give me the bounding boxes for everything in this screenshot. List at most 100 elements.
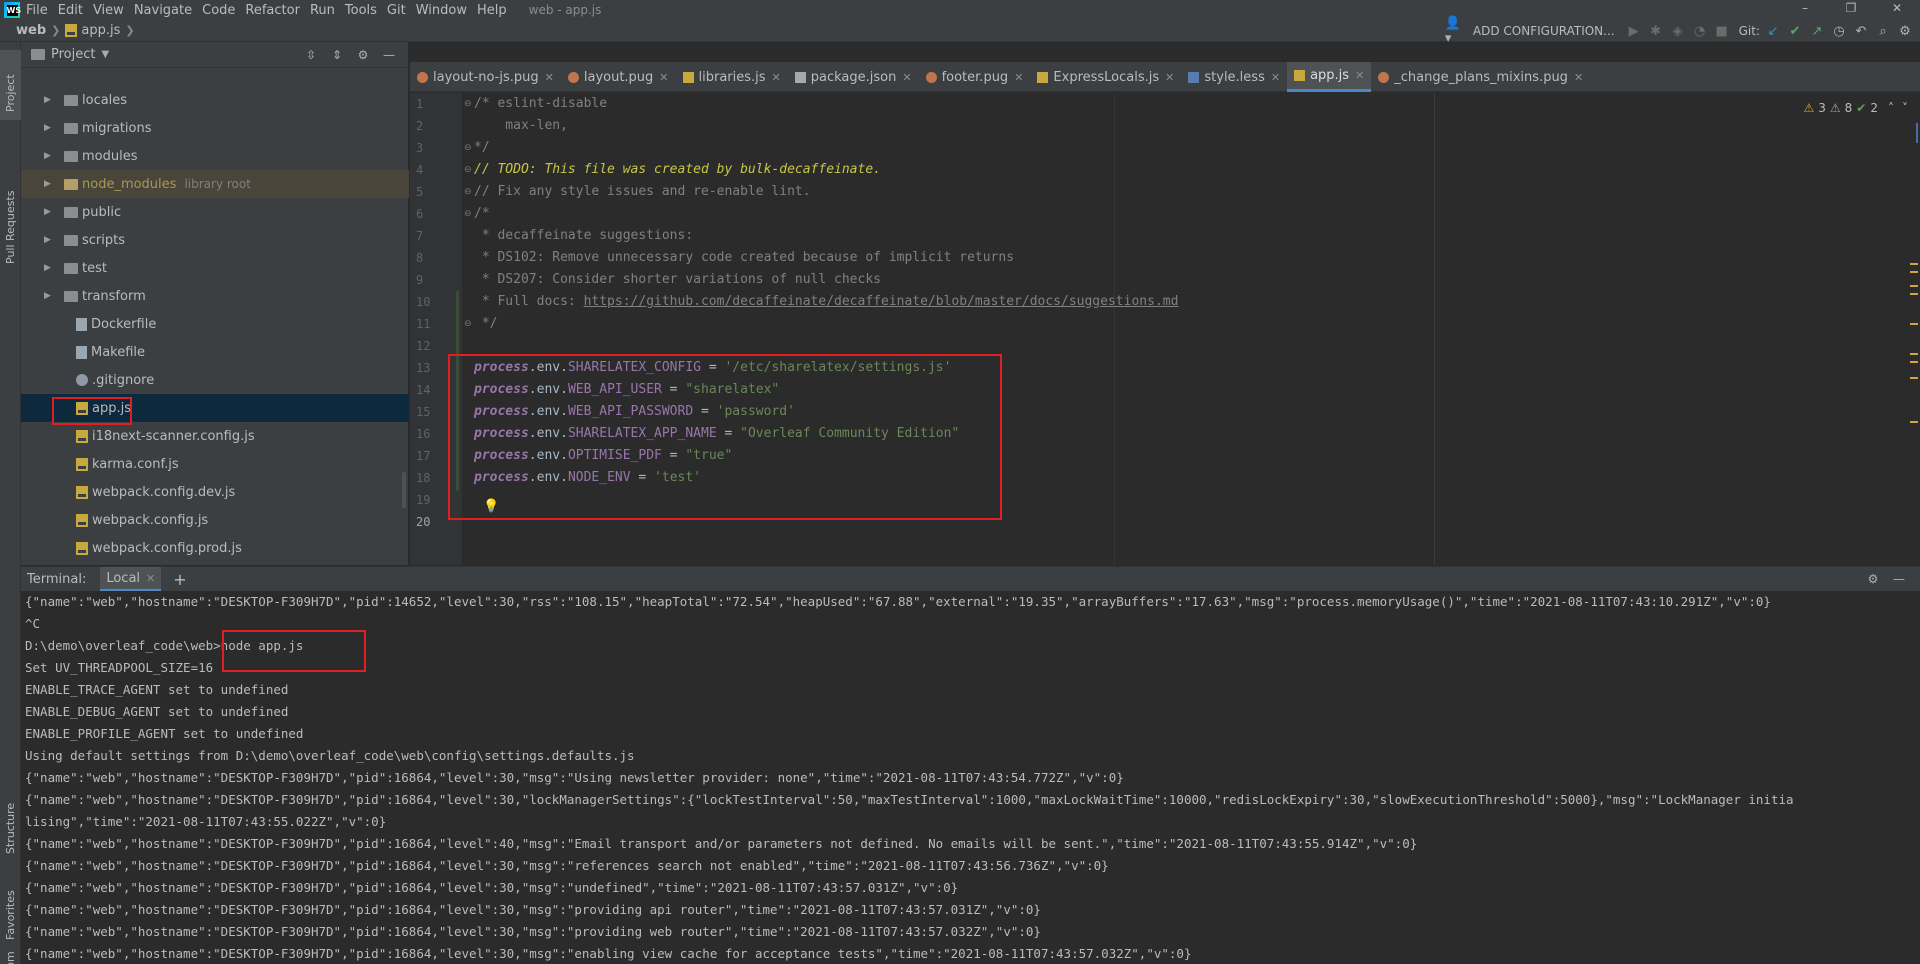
tree-item-locales[interactable]: ▶ locales [21, 86, 409, 114]
gear-icon[interactable]: ⚙ [1860, 569, 1886, 589]
tree-item-webpack-config-dev[interactable]: webpack.config.dev.js [21, 478, 409, 506]
close-tab-icon[interactable]: ✕ [545, 71, 554, 84]
stripe-mark[interactable] [1910, 323, 1918, 325]
tree-item-webpack-config-prod[interactable]: webpack.config.prod.js [21, 534, 409, 562]
restore-button[interactable]: ❐ [1828, 0, 1874, 20]
docs-link[interactable]: https://github.com/decaffeinate/decaffei… [584, 294, 1179, 309]
stripe-mark[interactable] [1910, 377, 1918, 379]
stripe-mark[interactable] [1910, 353, 1918, 355]
hide-panel-icon[interactable]: — [1886, 569, 1912, 589]
collapse-all-icon[interactable]: ⇕ [324, 45, 350, 65]
chevron-right-icon[interactable]: ▶ [44, 291, 56, 301]
project-view-selector[interactable]: Project [51, 47, 95, 62]
run-icon[interactable]: ▶ [1623, 21, 1645, 41]
stripe-mark[interactable] [1910, 271, 1918, 273]
terminal-tab-local[interactable]: Local ✕ [100, 567, 162, 591]
chevron-down-icon[interactable]: ▼ [101, 49, 109, 60]
gear-icon[interactable]: ⚙ [350, 45, 376, 65]
tab-package-json[interactable]: package.json ✕ [788, 62, 919, 92]
fold-icon[interactable]: ⊖ [464, 165, 472, 175]
chevron-right-icon[interactable]: ▶ [44, 263, 56, 273]
tab-style-less[interactable]: style.less ✕ [1181, 62, 1287, 92]
close-tab-icon[interactable]: ✕ [1014, 71, 1023, 84]
git-push-icon[interactable]: ↗ [1806, 21, 1828, 41]
debug-icon[interactable]: ✱ [1645, 21, 1667, 41]
close-tab-icon[interactable]: ✕ [1271, 71, 1280, 84]
close-tab-icon[interactable]: ✕ [1574, 71, 1583, 84]
tab-layout-no-js-pug[interactable]: layout-no-js.pug ✕ [410, 62, 561, 92]
menu-code[interactable]: Code [202, 3, 235, 18]
close-tab-icon[interactable]: ✕ [659, 71, 668, 84]
menu-run[interactable]: Run [310, 3, 335, 18]
tree-item-migrations[interactable]: ▶ migrations [21, 114, 409, 142]
tree-item-i18next-scanner-config[interactable]: i18next-scanner.config.js [21, 422, 409, 450]
tree-item-transform[interactable]: ▶ transform [21, 282, 409, 310]
chevron-right-icon[interactable]: ▶ [44, 235, 56, 245]
tab-layout-pug[interactable]: layout.pug ✕ [561, 62, 676, 92]
close-tab-icon[interactable]: ✕ [1165, 71, 1174, 84]
search-icon[interactable]: ⌕ [1872, 21, 1894, 41]
chevron-right-icon[interactable]: ▶ [44, 207, 56, 217]
tree-item-app-js[interactable]: app.js [21, 394, 409, 422]
error-stripe[interactable] [1908, 113, 1920, 543]
fold-icon[interactable]: ⊖ [464, 99, 472, 109]
tab-express-locals-js[interactable]: ExpressLocals.js ✕ [1030, 62, 1181, 92]
webstorm-logo-icon[interactable]: WS [4, 2, 21, 18]
project-tool-tab[interactable]: Project [0, 50, 21, 120]
fold-icon[interactable]: ⊖ [464, 187, 472, 197]
tree-item-public[interactable]: ▶ public [21, 198, 409, 226]
chevron-right-icon[interactable]: ▶ [44, 95, 56, 105]
menu-view[interactable]: View [93, 3, 124, 18]
stripe-mark[interactable] [1916, 123, 1918, 143]
menu-tools[interactable]: Tools [345, 3, 377, 18]
favorites-tool-tab[interactable]: Favorites [0, 872, 21, 942]
coverage-icon[interactable]: ◈ [1667, 21, 1689, 41]
close-tab-icon[interactable]: ✕ [146, 572, 155, 585]
profile-icon[interactable]: ◔ [1689, 21, 1711, 41]
tree-item-test[interactable]: ▶ test [21, 254, 409, 282]
chevron-right-icon[interactable]: ▶ [44, 123, 56, 133]
tab-app-js[interactable]: app.js ✕ [1287, 62, 1372, 92]
breadcrumb-file[interactable]: app.js [81, 23, 120, 38]
tree-item-node-modules[interactable]: ▶ node_modules library root [21, 170, 409, 198]
stripe-mark[interactable] [1910, 263, 1918, 265]
menu-help[interactable]: Help [477, 3, 507, 18]
terminal-output[interactable]: {"name":"web","hostname":"DESKTOP-F309H7… [21, 591, 1920, 964]
tab-libraries-js[interactable]: libraries.js ✕ [676, 62, 788, 92]
history-icon[interactable]: ◷ [1828, 21, 1850, 41]
tree-item-modules[interactable]: ▶ modules [21, 142, 409, 170]
tree-item-dockerfile[interactable]: Dockerfile [21, 310, 409, 338]
git-update-icon[interactable]: ↙ [1762, 21, 1784, 41]
close-window-button[interactable]: ✕ [1874, 0, 1920, 20]
menu-refactor[interactable]: Refactor [245, 3, 300, 18]
tree-item-karma-conf[interactable]: karma.conf.js [21, 450, 409, 478]
add-configuration-button[interactable]: ADD CONFIGURATION... [1473, 24, 1615, 38]
pull-requests-tool-tab[interactable]: Pull Requests [0, 132, 21, 272]
tab-footer-pug[interactable]: footer.pug ✕ [919, 62, 1031, 92]
close-tab-icon[interactable]: ✕ [772, 71, 781, 84]
git-commit-icon[interactable]: ✔ [1784, 21, 1806, 41]
fold-icon[interactable]: ⊖ [464, 319, 472, 329]
rollback-icon[interactable]: ↶ [1850, 21, 1872, 41]
chevron-right-icon[interactable]: ▶ [44, 151, 56, 161]
close-tab-icon[interactable]: ✕ [902, 71, 911, 84]
stripe-mark[interactable] [1910, 293, 1918, 295]
tree-item-webpack-config[interactable]: webpack.config.js [21, 506, 409, 534]
minimize-button[interactable]: – [1782, 0, 1828, 20]
stripe-mark[interactable] [1910, 285, 1918, 287]
stop-icon[interactable]: ■ [1711, 21, 1733, 41]
menu-window[interactable]: Window [416, 3, 467, 18]
expand-all-icon[interactable]: ⇳ [298, 45, 324, 65]
line-number-gutter[interactable]: 1 2 3 4 5 6 7 8 9 10 11 12 13 14 15 16 1… [410, 93, 472, 565]
npm-tool-tab[interactable]: npm [0, 948, 21, 964]
menu-file[interactable]: File [26, 3, 48, 18]
settings-gear-icon[interactable]: ⚙ [1894, 21, 1916, 41]
stripe-mark[interactable] [1910, 421, 1918, 423]
tree-item-scripts[interactable]: ▶ scripts [21, 226, 409, 254]
breadcrumb-root[interactable]: web [16, 23, 46, 38]
project-scrollbar[interactable] [402, 472, 406, 508]
user-icon[interactable]: 👤▾ [1445, 16, 1467, 46]
inspection-widget[interactable]: ⚠ 3 ⚠ 8 ✔ 2 ˄ ˅ [1799, 101, 1908, 115]
hide-panel-icon[interactable]: — [376, 45, 402, 65]
new-terminal-icon[interactable]: + [173, 570, 186, 589]
